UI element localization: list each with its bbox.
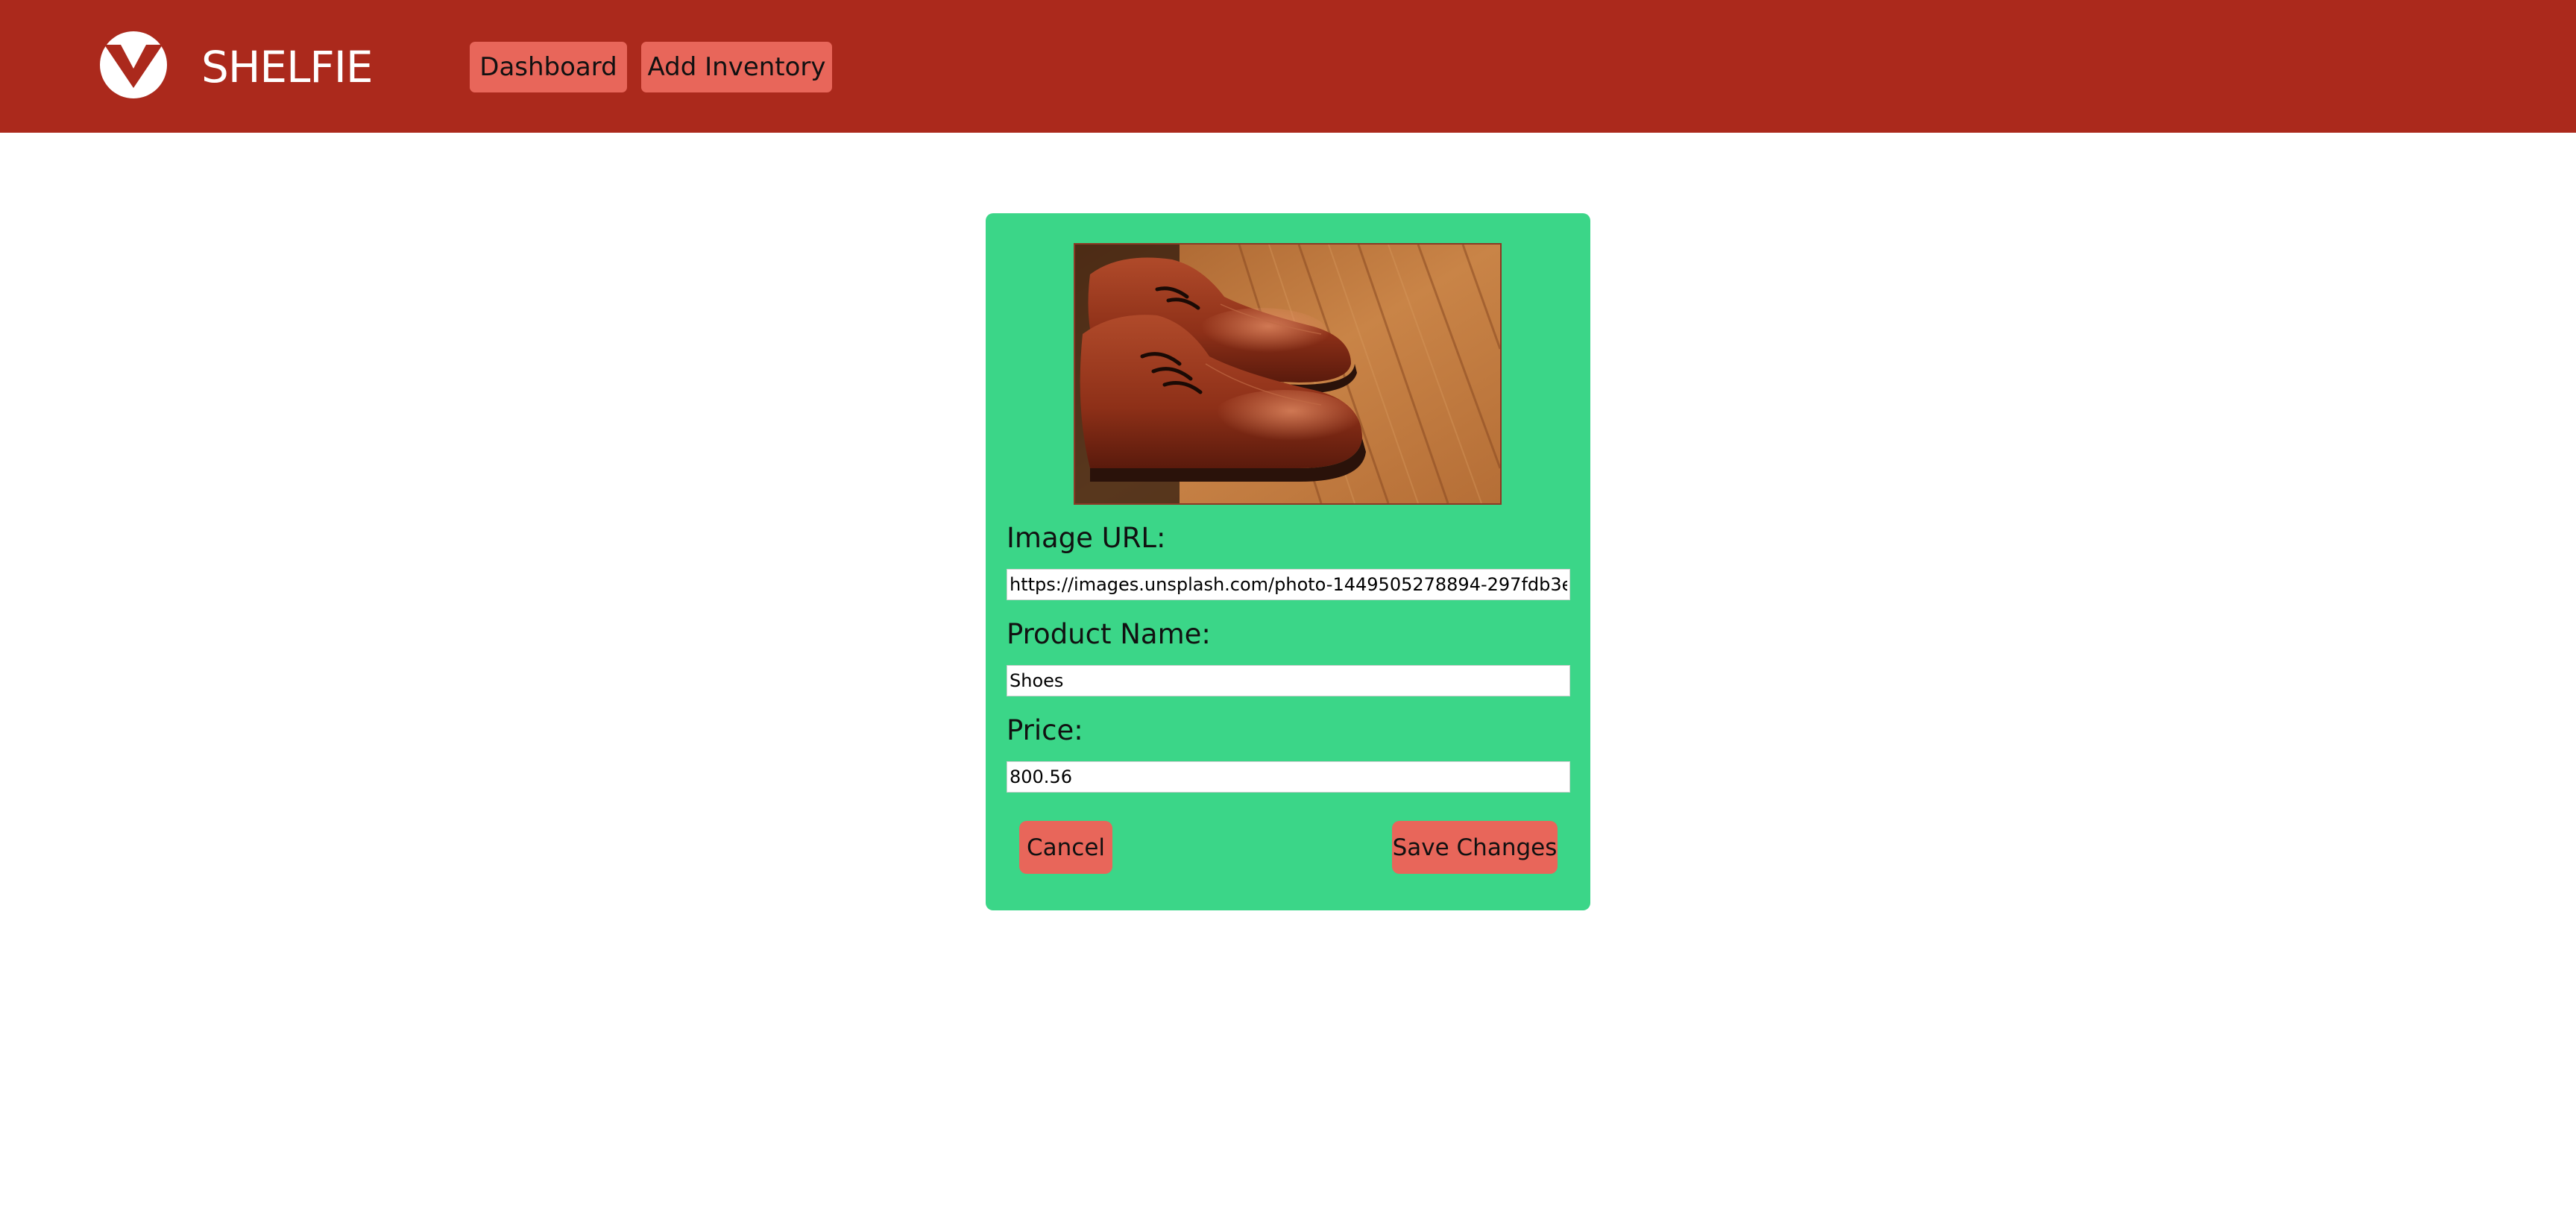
price-input[interactable]	[1007, 761, 1570, 793]
product-name-label: Product Name:	[1007, 618, 1211, 650]
top-header: SHELFIE Dashboard Add Inventory	[0, 0, 2576, 133]
price-label: Price:	[1007, 714, 1083, 746]
brand-title: SHELFIE	[201, 42, 374, 92]
image-url-input[interactable]	[1007, 569, 1570, 600]
product-image	[1074, 243, 1502, 505]
shoes-photo	[1075, 245, 1500, 503]
cancel-button[interactable]: Cancel	[1019, 821, 1112, 874]
product-name-input[interactable]	[1007, 665, 1570, 696]
edit-product-form: Image URL: Product Name: Price: Cancel S…	[986, 213, 1590, 910]
image-url-label: Image URL:	[1007, 522, 1166, 554]
save-changes-button[interactable]: Save Changes	[1392, 821, 1558, 874]
dashboard-button[interactable]: Dashboard	[470, 42, 627, 92]
shelfie-logo-icon	[100, 31, 167, 98]
add-inventory-button[interactable]: Add Inventory	[641, 42, 832, 92]
